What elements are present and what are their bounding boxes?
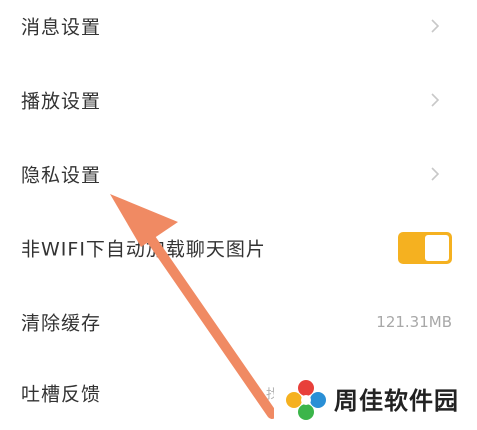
settings-list: 消息设置 播放设置 隐私设置 非WIFI下自动加载聊天图片 清除缓存 121.3… — [0, 0, 477, 424]
chevron-right-icon — [431, 93, 440, 107]
settings-row-clear-cache[interactable]: 清除缓存 121.31MB — [0, 285, 477, 359]
cache-size-value: 121.31MB — [376, 313, 452, 331]
colorful-pinwheel-logo — [286, 380, 326, 420]
settings-row-label: 清除缓存 — [21, 312, 102, 335]
toggle-knob — [425, 235, 449, 261]
settings-row-label: 隐私设置 — [21, 164, 102, 187]
settings-row-message[interactable]: 消息设置 — [0, 0, 477, 63]
chevron-right-icon — [431, 19, 440, 33]
settings-row-label: 消息设置 — [21, 16, 102, 39]
settings-row-label: 非WIFI下自动加载聊天图片 — [21, 238, 266, 261]
watermark-text: 周佳软件园 — [334, 387, 459, 415]
settings-row-label: 吐槽反馈 — [21, 383, 102, 406]
settings-row-auto-load-images: 非WIFI下自动加载聊天图片 — [0, 211, 477, 285]
watermark: 周佳软件园 — [274, 369, 477, 424]
settings-row-privacy[interactable]: 隐私设置 — [0, 137, 477, 211]
settings-row-playback[interactable]: 播放设置 — [0, 63, 477, 137]
settings-row-label: 播放设置 — [21, 90, 102, 113]
auto-load-images-toggle[interactable] — [398, 232, 452, 264]
chevron-right-icon — [431, 167, 440, 181]
